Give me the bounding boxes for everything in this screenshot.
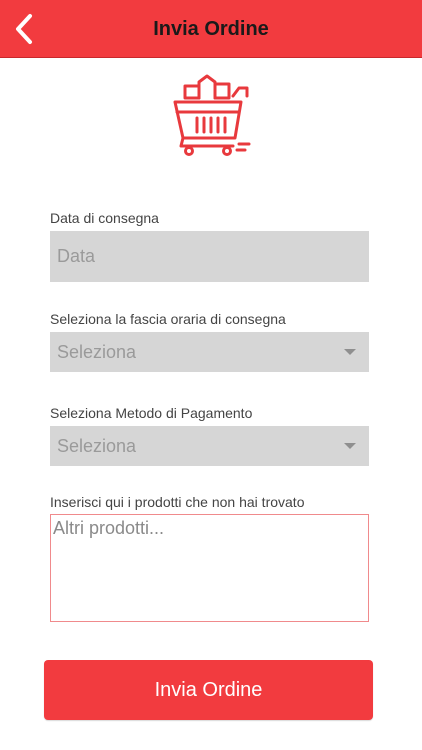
navigation-bar: Invia Ordine bbox=[0, 0, 422, 58]
delivery-date-label: Data di consegna bbox=[50, 210, 159, 226]
chevron-down-icon bbox=[344, 349, 356, 355]
payment-method-selected-value: Seleziona bbox=[57, 435, 137, 456]
delivery-date-input[interactable] bbox=[50, 231, 369, 282]
chevron-left-icon bbox=[16, 14, 32, 44]
chevron-down-icon bbox=[344, 443, 356, 449]
shopping-cart-icon bbox=[173, 74, 251, 156]
submit-order-button[interactable]: Invia Ordine bbox=[44, 660, 373, 720]
time-slot-label: Seleziona la fascia oraria di consegna bbox=[50, 311, 286, 327]
page-title: Invia Ordine bbox=[153, 18, 269, 40]
extra-products-textarea[interactable] bbox=[50, 514, 369, 622]
back-button[interactable] bbox=[6, 10, 42, 48]
send-order-screen: Invia Ordine Data di consegna Data Selez… bbox=[0, 0, 422, 750]
payment-method-select[interactable]: Seleziona bbox=[50, 426, 369, 466]
extra-products-label: Inserisci qui i prodotti che non hai tro… bbox=[50, 494, 305, 510]
time-slot-selected-value: Seleziona bbox=[57, 341, 137, 362]
time-slot-select[interactable]: Seleziona bbox=[50, 332, 369, 372]
payment-method-label: Seleziona Metodo di Pagamento bbox=[50, 405, 253, 421]
